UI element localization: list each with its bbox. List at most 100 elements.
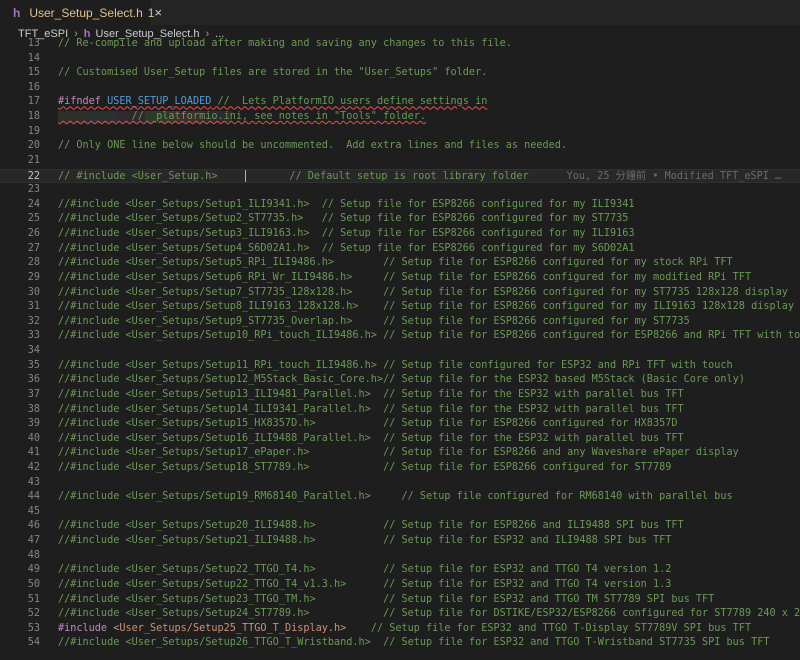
code-text: //#include <User_Setups/Setup17_ePaper.h… [58, 447, 739, 459]
code-text: //#include <User_Setups/Setup4_S6D02A1.h… [58, 242, 635, 254]
code-line[interactable]: 26 //#include <User_Setups/Setup3_ILI9163… [0, 227, 800, 242]
code-line[interactable]: 30 //#include <User_Setups/Setup7_ST7735_… [0, 286, 800, 301]
code-text: //#include <User_Setups/Setup8_ILI9163_1… [58, 301, 795, 313]
code-text: //#include <User_Setups/Setup22_TTGO_T4.… [58, 564, 672, 576]
code-line[interactable]: 50 //#include <User_Setups/Setup22_TTGO_T… [0, 578, 800, 593]
code-line[interactable]: 51 //#include <User_Setups/Setup23_TTGO_T… [0, 593, 800, 608]
line-number: 44 [27, 491, 40, 503]
code-text: //#include <User_Setups/Setup11_RPi_touc… [58, 359, 733, 371]
code-line[interactable]: 14 [0, 52, 800, 67]
line-number: 51 [27, 593, 40, 605]
line-number: 52 [27, 608, 40, 620]
code-editor[interactable]: 13 // Re-compile and upload after making … [0, 37, 800, 660]
git-blame-annotation: You, 25 分鐘前 • Modified TFT_eSPI … [566, 170, 782, 182]
line-number: 16 [27, 81, 40, 93]
line-number: 50 [27, 578, 40, 590]
close-icon[interactable]: × [154, 5, 162, 20]
code-line[interactable]: 21 [0, 154, 800, 169]
code-line[interactable]: 47 //#include <User_Setups/Setup21_ILI948… [0, 534, 800, 549]
line-number: 31 [27, 301, 40, 313]
line-number: 25 [27, 213, 40, 225]
code-line[interactable]: 46 //#include <User_Setups/Setup20_ILI948… [0, 519, 800, 534]
inline-comment: // Setup file for ESP32 and TTGO T-Displ… [346, 622, 752, 634]
preprocessor-keyword: #ifndef [58, 96, 101, 108]
code-line[interactable]: 54 //#include <User_Setups/Setup26_TTGO_T… [0, 636, 800, 651]
line-number: 32 [27, 315, 40, 327]
code-line[interactable]: 53 #include <User_Setups/Setup25_TTGO_T_D… [0, 622, 800, 637]
code-text: //#include <User_Setups/Setup9_ST7735_Ov… [58, 315, 690, 327]
code-line[interactable]: 38 //#include <User_Setups/Setup14_ILI934… [0, 403, 800, 418]
code-text: //#include <User_Setups/Setup13_ILI9481_… [58, 388, 684, 400]
code-line[interactable]: 48 [0, 549, 800, 564]
code-text: //#include <User_Setups/Setup5_RPi_ILI94… [58, 257, 733, 269]
code-line[interactable]: 36 //#include <User_Setups/Setup12_M5Stac… [0, 373, 800, 388]
code-line[interactable]: 49 //#include <User_Setups/Setup22_TTGO_T… [0, 563, 800, 578]
code-line[interactable]: 44 //#include <User_Setups/Setup19_RM6814… [0, 490, 800, 505]
code-line[interactable]: 28 //#include <User_Setups/Setup5_RPi_ILI… [0, 256, 800, 271]
code-line[interactable]: 39 //#include <User_Setups/Setup15_HX8357… [0, 417, 800, 432]
code-line[interactable]: 17 #ifndef USER_SETUP_LOADED // Lets Plat… [0, 95, 800, 110]
line-number: 45 [27, 505, 40, 517]
preprocessor-keyword: #include [58, 622, 108, 634]
inline-comment: // platformio.ini, see notes in "Tools" … [58, 111, 427, 123]
code-line[interactable]: 18 // platformio.ini, see notes in "Tool… [0, 110, 800, 125]
line-number: 43 [27, 476, 40, 488]
code-line[interactable]: 41 //#include <User_Setups/Setup17_ePaper… [0, 446, 800, 461]
code-line[interactable]: 31 //#include <User_Setups/Setup8_ILI9163… [0, 300, 800, 315]
code-line[interactable]: 43 [0, 476, 800, 491]
line-number: 27 [27, 242, 40, 254]
line-number: 26 [27, 228, 40, 240]
code-text: //#include <User_Setups/Setup6_RPi_Wr_IL… [58, 271, 752, 283]
code-text: //#include <User_Setups/Setup22_TTGO_T4_… [58, 578, 672, 590]
code-line[interactable]: 35 //#include <User_Setups/Setup11_RPi_to… [0, 359, 800, 374]
code-line[interactable]: 52 //#include <User_Setups/Setup24_ST7789… [0, 607, 800, 622]
code-line[interactable]: 16 [0, 81, 800, 96]
code-text: //#include <User_Setups/Setup12_M5Stack_… [58, 374, 745, 386]
include-path: <User_Setups/Setup25_TTGO_T_Display.h> [107, 622, 347, 634]
code-line[interactable]: 27 //#include <User_Setups/Setup4_S6D02A1… [0, 242, 800, 257]
code-line[interactable]: 15 // Customised User_Setup files are sto… [0, 66, 800, 81]
code-text: //#include <User_Setups/Setup16_ILI9488_… [58, 432, 684, 444]
code-line[interactable]: 25 //#include <User_Setups/Setup2_ST7735.… [0, 212, 800, 227]
line-number: 23 [27, 184, 40, 196]
line-number: 29 [27, 271, 40, 283]
line-number: 19 [27, 125, 40, 137]
tab-user-setup-select[interactable]: h User_Setup_Select.h 1 × [0, 0, 162, 25]
code-line[interactable]: 45 [0, 505, 800, 520]
tab-bar: h User_Setup_Select.h 1 × [0, 0, 800, 26]
code-line[interactable]: 37 //#include <User_Setups/Setup13_ILI948… [0, 388, 800, 403]
code-text: // Only ONE line below should be uncomme… [58, 140, 568, 152]
line-number: 33 [27, 330, 40, 342]
code-line[interactable]: 20 // Only ONE line below should be uncom… [0, 139, 800, 154]
line-number: 38 [27, 403, 40, 415]
code-line[interactable]: 13 // Re-compile and upload after making … [0, 37, 800, 52]
code-text: //#include <User_Setups/Setup2_ST7735.h>… [58, 213, 629, 225]
line-number: 46 [27, 520, 40, 532]
code-text: //#include <User_Setups/Setup1_ILI9341.h… [58, 198, 635, 210]
line-number: 54 [27, 637, 40, 649]
code-line[interactable]: 42 //#include <User_Setups/Setup18_ST7789… [0, 461, 800, 476]
code-line[interactable]: 22 // #include <User_Setup.h> // Default … [0, 168, 800, 185]
code-line[interactable]: 24 //#include <User_Setups/Setup1_ILI9341… [0, 198, 800, 213]
line-number: 20 [27, 140, 40, 152]
line-number: 42 [27, 461, 40, 473]
line-number: 39 [27, 418, 40, 430]
line-number: 30 [27, 286, 40, 298]
code-line[interactable]: 40 //#include <User_Setups/Setup16_ILI948… [0, 432, 800, 447]
code-line[interactable]: 33 //#include <User_Setups/Setup10_RPi_to… [0, 329, 800, 344]
code-line[interactable]: 19 [0, 125, 800, 140]
modified-count-badge: 1 [147, 5, 155, 20]
code-text: //#include <User_Setups/Setup26_TTGO_T_W… [58, 637, 770, 649]
line-number: 48 [27, 549, 40, 561]
code-text: #ifndef USER_SETUP_LOADED // Lets Platfo… [58, 95, 487, 110]
code-line[interactable]: 29 //#include <User_Setups/Setup6_RPi_Wr_… [0, 271, 800, 286]
code-text: // #include <User_Setup.h> // Default se… [58, 169, 782, 185]
line-number: 35 [27, 359, 40, 371]
code-line[interactable]: 23 [0, 183, 800, 198]
code-text: //#include <User_Setups/Setup7_ST7735_12… [58, 286, 788, 298]
code-line[interactable]: 34 [0, 344, 800, 359]
code-line[interactable]: 32 //#include <User_Setups/Setup9_ST7735_… [0, 315, 800, 330]
line-number: 28 [27, 257, 40, 269]
code-text: //#include <User_Setups/Setup24_ST7789.h… [58, 608, 800, 620]
line-number: 37 [27, 388, 40, 400]
